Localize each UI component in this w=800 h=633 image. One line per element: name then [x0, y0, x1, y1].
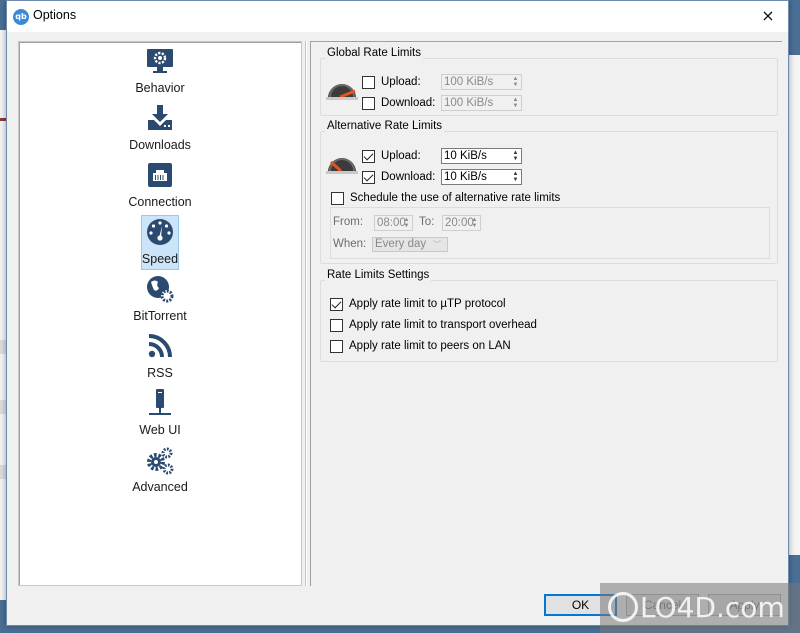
- utp-protocol-checkbox[interactable]: [330, 297, 343, 311]
- sidebar-item-label: Downloads: [129, 138, 191, 152]
- alternative-rate-limits-group: Alternative Rate Limits Upload: 10 KiB/s…: [320, 120, 778, 264]
- option-utp-row: Apply rate limit to µTP protocol: [330, 295, 506, 313]
- global-download-label: Download:: [381, 97, 436, 109]
- option-lan-row: Apply rate limit to peers on LAN: [330, 337, 511, 355]
- schedule-subgroup: From: 08:00 ▲ ▼ To: 20:00 ▲ ▼ When: Every …: [330, 207, 770, 259]
- qbittorrent-logo-icon: qb: [13, 9, 29, 25]
- spinbox-value: 10 KiB/s: [444, 171, 487, 183]
- to-label: To:: [419, 216, 435, 228]
- sidebar-item-behavior[interactable]: Behavior: [19, 44, 301, 101]
- spin-arrows-icon[interactable]: ▲ ▼: [511, 76, 520, 88]
- options-dialog: qb Options × Behavior Downloads Connecti…: [6, 0, 789, 626]
- option-label[interactable]: Apply rate limit to transport overhead: [349, 319, 537, 331]
- watermark-text: LO4D.com: [640, 591, 785, 624]
- alt-upload-checkbox[interactable]: [362, 149, 375, 163]
- spin-arrows-icon[interactable]: ▲ ▼: [511, 171, 520, 183]
- transport-overhead-checkbox[interactable]: [330, 318, 343, 332]
- alt-download-spinbox[interactable]: 10 KiB/s ▲ ▼: [441, 169, 522, 185]
- spin-arrows-icon[interactable]: ▲ ▼: [470, 217, 479, 229]
- spinbox-value: 10 KiB/s: [444, 150, 487, 162]
- network-server-icon: [143, 388, 177, 418]
- ethernet-port-icon: [143, 160, 177, 190]
- rss-feed-icon: [143, 331, 177, 361]
- group-title: Alternative Rate Limits: [325, 120, 445, 132]
- sidebar-item-downloads[interactable]: Downloads: [19, 101, 301, 158]
- alt-upload-label: Upload:: [381, 150, 421, 162]
- group-title: Rate Limits Settings: [325, 269, 432, 281]
- alt-download-checkbox[interactable]: [362, 170, 375, 184]
- spinbox-value: 100 KiB/s: [444, 97, 494, 109]
- to-time-spinbox[interactable]: 20:00 ▲ ▼: [442, 215, 481, 231]
- option-label[interactable]: Apply rate limit to peers on LAN: [349, 340, 511, 352]
- when-dropdown[interactable]: Every day ﹀: [372, 237, 448, 252]
- window-title: Options: [33, 8, 77, 22]
- sidebar-item-advanced[interactable]: Advanced: [19, 443, 301, 500]
- global-upload-row: Upload:: [362, 73, 421, 91]
- gears-icon: [143, 445, 177, 475]
- alt-upload-row: Upload:: [362, 147, 421, 165]
- background-window-right-edge: [788, 55, 800, 555]
- global-upload-label: Upload:: [381, 76, 421, 88]
- when-label: When:: [333, 238, 367, 250]
- sidebar-item-bittorrent[interactable]: BitTorrent: [19, 272, 301, 329]
- close-button[interactable]: ×: [748, 1, 788, 31]
- global-upload-checkbox[interactable]: [362, 75, 375, 89]
- sidebar-item-label: Web UI: [139, 423, 181, 437]
- globe-gear-icon: [143, 274, 177, 304]
- sidebar-item-rss[interactable]: RSS: [19, 329, 301, 386]
- download-tray-icon: [143, 103, 177, 133]
- speed-settings-panel: Global Rate Limits Upload: 100 KiB/s ▲ ▼ …: [310, 41, 782, 586]
- schedule-label[interactable]: Schedule the use of alternative rate lim…: [350, 192, 560, 204]
- title-bar: qb Options ×: [7, 1, 788, 32]
- global-download-row: Download:: [362, 94, 435, 112]
- global-download-spinbox[interactable]: 100 KiB/s ▲ ▼: [441, 95, 522, 111]
- global-upload-spinbox[interactable]: 100 KiB/s ▲ ▼: [441, 74, 522, 90]
- sidebar-item-connection[interactable]: Connection: [19, 158, 301, 215]
- sidebar-item-label: Advanced: [132, 480, 188, 494]
- speedometer-icon: [143, 217, 177, 247]
- sidebar-item-label: BitTorrent: [133, 309, 187, 323]
- spin-arrows-icon[interactable]: ▲ ▼: [511, 150, 520, 162]
- peers-lan-checkbox[interactable]: [330, 339, 343, 353]
- sidebar-item-label: RSS: [147, 366, 173, 380]
- sidebar-item-label: Connection: [128, 195, 192, 209]
- schedule-row: Schedule the use of alternative rate lim…: [331, 189, 560, 207]
- splitter-handle[interactable]: [305, 41, 307, 586]
- gauge-icon: [326, 158, 358, 174]
- spin-arrows-icon[interactable]: ▲ ▼: [511, 97, 520, 109]
- schedule-checkbox[interactable]: [331, 191, 344, 205]
- option-overhead-row: Apply rate limit to transport overhead: [330, 316, 537, 334]
- dropdown-value: Every day: [375, 238, 427, 250]
- sidebar-item-label: Speed: [141, 252, 179, 266]
- alt-download-label: Download:: [381, 171, 436, 183]
- chevron-down-icon: ﹀: [433, 240, 441, 249]
- gauge-icon: [326, 84, 358, 100]
- rate-limits-settings-group: Rate Limits Settings Apply rate limit to…: [320, 269, 778, 362]
- monitor-gear-icon: [143, 46, 177, 76]
- lo4d-watermark: LO4D.com: [600, 583, 800, 633]
- sidebar-item-speed[interactable]: Speed: [19, 215, 301, 272]
- option-label[interactable]: Apply rate limit to µTP protocol: [349, 298, 506, 310]
- global-download-checkbox[interactable]: [362, 96, 375, 110]
- from-label: From:: [333, 216, 364, 228]
- lo4d-logo-icon: [608, 592, 638, 622]
- alt-upload-spinbox[interactable]: 10 KiB/s ▲ ▼: [441, 148, 522, 164]
- alt-download-row: Download:: [362, 168, 435, 186]
- from-time-spinbox[interactable]: 08:00 ▲ ▼: [374, 215, 413, 231]
- global-rate-limits-group: Global Rate Limits Upload: 100 KiB/s ▲ ▼ …: [320, 47, 778, 116]
- group-title: Global Rate Limits: [325, 47, 423, 59]
- spin-arrows-icon[interactable]: ▲ ▼: [402, 217, 411, 229]
- sidebar-item-web-ui[interactable]: Web UI: [19, 386, 301, 443]
- options-category-list: Behavior Downloads Connection Speed BitT…: [18, 41, 302, 586]
- spinbox-value: 100 KiB/s: [444, 76, 494, 88]
- sidebar-item-label: Behavior: [135, 81, 185, 95]
